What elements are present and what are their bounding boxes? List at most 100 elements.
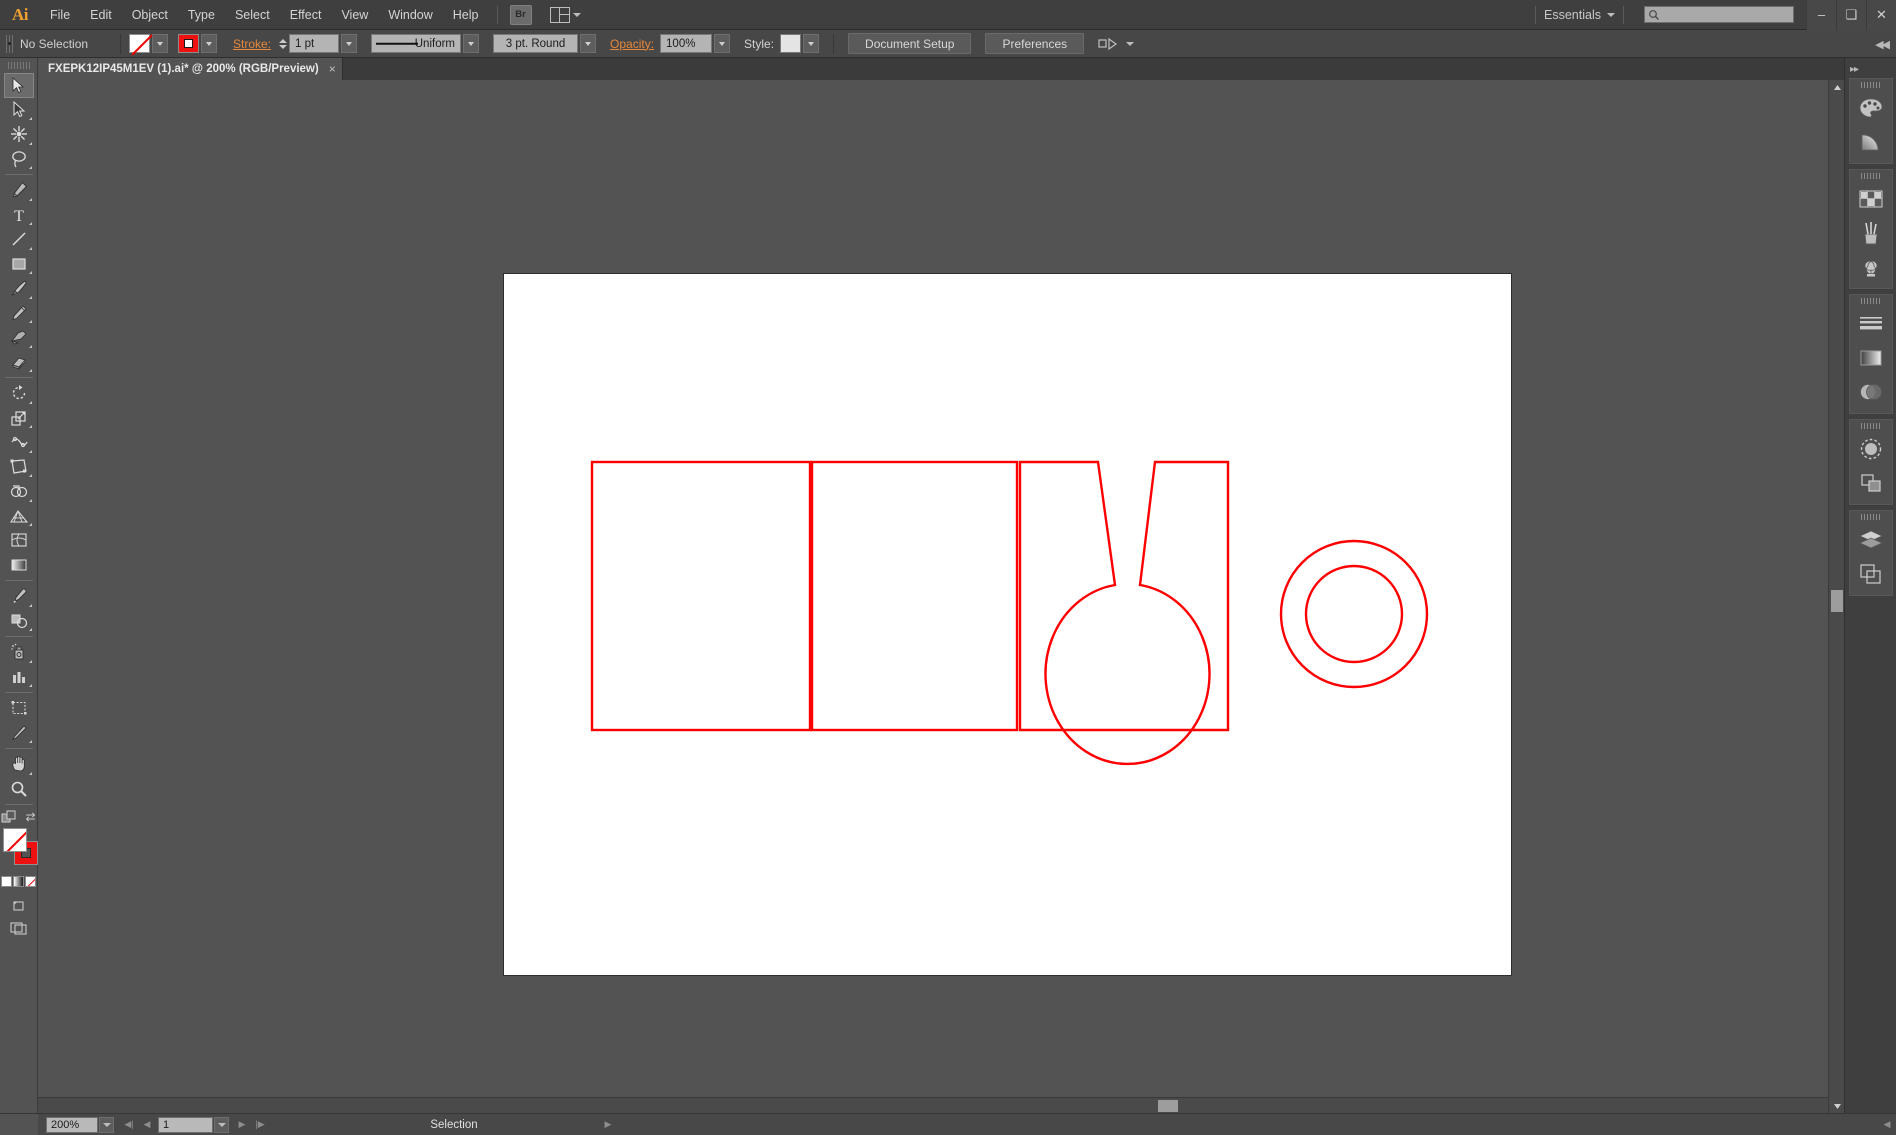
stroke-weight-dropdown[interactable] bbox=[341, 34, 358, 53]
opacity-dropdown[interactable] bbox=[714, 34, 731, 53]
brush-definition-select[interactable]: 3 pt. Round bbox=[8, 34, 579, 53]
opacity-input[interactable]: 100% bbox=[660, 34, 713, 53]
stroke-icon[interactable] bbox=[1851, 307, 1891, 341]
panel-grip[interactable] bbox=[1860, 173, 1881, 179]
symbol-sprayer-tool[interactable] bbox=[4, 640, 34, 665]
scale-tool[interactable] bbox=[4, 406, 34, 431]
first-artboard-button[interactable]: ◀| bbox=[120, 1116, 138, 1134]
selection-tool[interactable] bbox=[3, 73, 34, 98]
perspective-grid-tool[interactable] bbox=[4, 504, 34, 529]
minimize-button[interactable]: – bbox=[1806, 0, 1836, 30]
color-guide-icon[interactable] bbox=[1851, 125, 1891, 159]
chevron-down-icon[interactable] bbox=[1607, 12, 1615, 17]
close-icon[interactable]: × bbox=[329, 63, 336, 75]
scroll-up-icon[interactable] bbox=[1829, 80, 1845, 94]
eyedropper-tool[interactable] bbox=[4, 584, 34, 609]
panel-grip[interactable] bbox=[1860, 423, 1881, 429]
artboard-number-dropdown[interactable] bbox=[214, 1116, 229, 1133]
graphic-style-dropdown[interactable] bbox=[803, 34, 820, 53]
artboard[interactable] bbox=[504, 274, 1511, 975]
swatches-icon[interactable] bbox=[1851, 182, 1891, 216]
graphic-styles-icon[interactable] bbox=[1851, 466, 1891, 500]
symbols-icon[interactable] bbox=[1851, 250, 1891, 284]
next-artboard-button[interactable]: ▶ bbox=[233, 1116, 251, 1134]
menu-file[interactable]: File bbox=[40, 0, 80, 30]
zoom-tool[interactable] bbox=[4, 777, 34, 802]
artboard-tool[interactable] bbox=[4, 696, 34, 721]
gradient-icon[interactable] bbox=[1851, 341, 1891, 375]
preferences-button[interactable]: Preferences bbox=[985, 33, 1085, 54]
horizontal-scroll-thumb[interactable] bbox=[1158, 1100, 1178, 1112]
canvas-area[interactable] bbox=[38, 80, 1828, 1113]
swap-fill-stroke-icon[interactable]: ⇄ bbox=[25, 810, 35, 824]
panel-grip[interactable] bbox=[1860, 514, 1881, 520]
scroll-left-icon[interactable]: ◀ bbox=[1878, 1116, 1896, 1134]
arrange-documents-button[interactable] bbox=[549, 6, 581, 23]
stroke-profile-select[interactable]: Uniform bbox=[371, 34, 462, 53]
rotate-tool[interactable] bbox=[4, 381, 34, 406]
stroke-dropdown-button[interactable] bbox=[201, 34, 217, 53]
blob-brush-tool[interactable] bbox=[4, 325, 34, 350]
fill-control[interactable] bbox=[129, 34, 168, 53]
menu-window[interactable]: Window bbox=[378, 0, 442, 30]
document-setup-button[interactable]: Document Setup bbox=[848, 33, 972, 54]
align-dropdown-icon[interactable] bbox=[1126, 41, 1135, 46]
mesh-tool[interactable] bbox=[4, 528, 34, 553]
horizontal-scrollbar[interactable] bbox=[38, 1097, 1828, 1113]
stroke-color-control[interactable] bbox=[178, 34, 217, 53]
control-bar-overflow[interactable]: ◀◀ bbox=[1875, 37, 1890, 51]
menu-select[interactable]: Select bbox=[225, 0, 280, 30]
graphic-style-swatch[interactable] bbox=[780, 34, 802, 53]
menu-effect[interactable]: Effect bbox=[280, 0, 332, 30]
width-tool[interactable] bbox=[4, 430, 34, 455]
align-icon[interactable] bbox=[1098, 36, 1118, 51]
hand-tool[interactable] bbox=[4, 752, 34, 777]
search-input[interactable] bbox=[1644, 6, 1794, 23]
stroke-swatch[interactable] bbox=[178, 34, 199, 53]
last-artboard-button[interactable]: |▶ bbox=[251, 1116, 269, 1134]
scroll-down-icon[interactable] bbox=[1829, 1099, 1845, 1113]
artboard-number-input[interactable]: 1 bbox=[158, 1116, 213, 1133]
vertical-scroll-thumb[interactable] bbox=[1831, 590, 1843, 612]
brushes-icon[interactable] bbox=[1851, 216, 1891, 250]
collapse-panels-icon[interactable]: ▸▸ bbox=[1850, 64, 1859, 75]
status-menu-icon[interactable]: ▶ bbox=[599, 1116, 617, 1134]
zoom-level-dropdown[interactable] bbox=[99, 1116, 114, 1133]
menu-view[interactable]: View bbox=[331, 0, 378, 30]
stroke-weight-label[interactable]: Stroke: bbox=[233, 37, 271, 51]
maximize-button[interactable]: ❑ bbox=[1836, 0, 1866, 30]
workspace-switcher[interactable]: Essentials bbox=[1544, 8, 1601, 22]
artwork-vector-shapes[interactable] bbox=[504, 274, 1511, 975]
menu-type[interactable]: Type bbox=[178, 0, 225, 30]
lasso-tool[interactable] bbox=[4, 147, 34, 172]
menu-edit[interactable]: Edit bbox=[80, 0, 122, 30]
line-segment-tool[interactable] bbox=[4, 227, 34, 252]
rectangle-tool[interactable] bbox=[4, 252, 34, 277]
blend-tool[interactable] bbox=[4, 609, 34, 634]
pencil-tool[interactable] bbox=[4, 301, 34, 326]
gradient-mode-button[interactable] bbox=[13, 876, 24, 887]
none-mode-button[interactable] bbox=[25, 876, 36, 887]
magic-wand-tool[interactable] bbox=[4, 122, 34, 147]
layers-icon[interactable] bbox=[1851, 523, 1891, 557]
stroke-profile-dropdown[interactable] bbox=[463, 34, 480, 53]
shape-builder-tool[interactable] bbox=[4, 479, 34, 504]
bridge-icon[interactable]: Br bbox=[509, 4, 532, 25]
type-tool[interactable]: T bbox=[4, 203, 34, 228]
stroke-weight-input[interactable]: 1 pt bbox=[289, 34, 340, 53]
close-button[interactable]: ✕ bbox=[1866, 0, 1896, 30]
color-palette-icon[interactable] bbox=[1851, 91, 1891, 125]
gradient-tool[interactable] bbox=[4, 553, 34, 578]
pen-tool[interactable] bbox=[4, 178, 34, 203]
tools-panel-grip[interactable] bbox=[7, 62, 30, 69]
stroke-weight-stepper[interactable] bbox=[279, 38, 288, 49]
appearance-icon[interactable] bbox=[1851, 432, 1891, 466]
opacity-label[interactable]: Opacity: bbox=[610, 37, 654, 51]
panel-grip[interactable] bbox=[1860, 82, 1881, 88]
color-mode-button[interactable] bbox=[1, 876, 12, 887]
slice-tool[interactable] bbox=[4, 721, 34, 746]
menu-object[interactable]: Object bbox=[122, 0, 178, 30]
fill-dropdown-button[interactable] bbox=[152, 34, 168, 53]
brush-definition-dropdown[interactable] bbox=[580, 34, 597, 53]
fill-color-large[interactable] bbox=[2, 828, 27, 852]
